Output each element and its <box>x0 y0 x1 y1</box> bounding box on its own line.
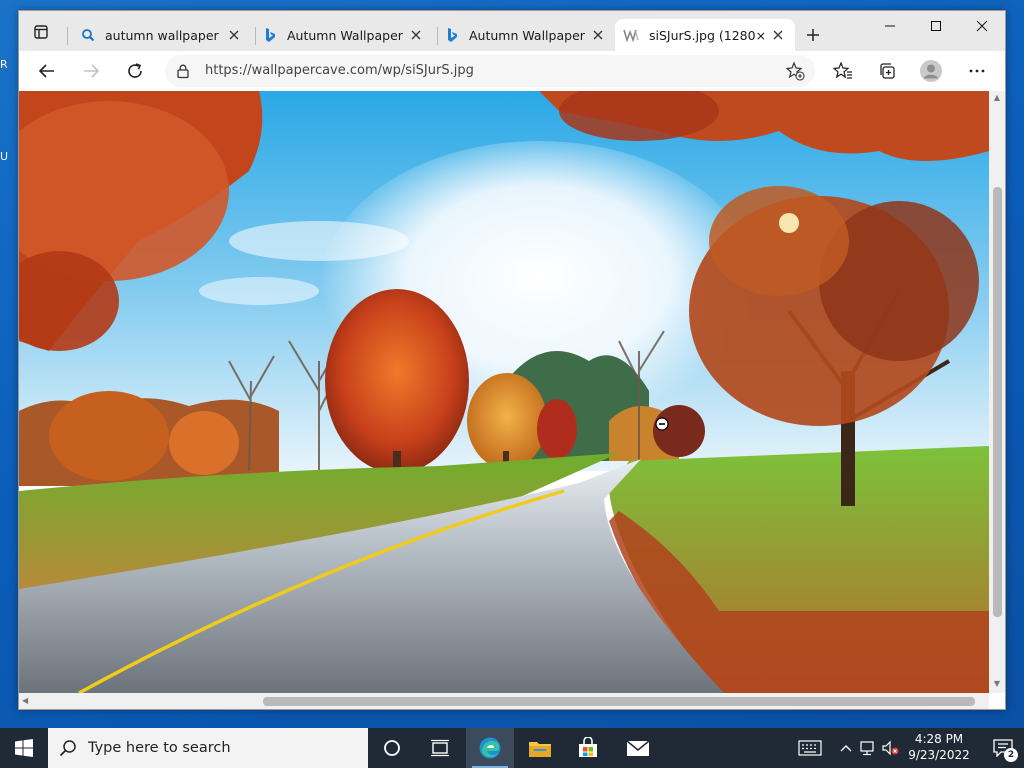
zoom-out-cursor-icon <box>655 417 669 431</box>
more-icon <box>969 69 985 73</box>
tab-separator <box>67 27 68 45</box>
start-button[interactable] <box>0 728 48 768</box>
folder-icon <box>529 742 551 757</box>
maximize-button[interactable] <box>913 11 959 41</box>
plus-icon <box>807 29 819 41</box>
scroll-left-icon[interactable]: ◀ <box>22 696 28 705</box>
collections-button[interactable] <box>873 57 901 85</box>
close-icon[interactable] <box>589 26 607 44</box>
tab-title: siSJurS.jpg (1280×800 <box>649 27 765 43</box>
clock-date: 9/23/2022 <box>908 748 970 762</box>
horizontal-scrollbar[interactable]: ◀ <box>19 693 989 709</box>
chevron-up-icon <box>840 745 852 752</box>
settings-more-button[interactable] <box>963 57 991 85</box>
tab-title: autumn wallpaper - Se <box>105 27 221 43</box>
address-url[interactable]: https://wallpapercave.com/wp/siSJurS.jpg <box>205 63 474 78</box>
vertical-scrollbar[interactable]: ▲ ▼ <box>989 91 1005 693</box>
edge-icon <box>479 737 501 759</box>
search-icon <box>79 26 97 44</box>
new-tab-button[interactable] <box>799 21 827 49</box>
search-icon <box>48 739 88 757</box>
favorites-button[interactable] <box>829 57 857 85</box>
cortana-icon <box>384 740 400 756</box>
avatar-icon <box>920 60 942 82</box>
scroll-up-icon[interactable]: ▲ <box>992 93 1002 103</box>
edge-taskbar-button[interactable] <box>466 728 514 768</box>
close-icon <box>976 20 988 32</box>
action-center-button[interactable]: 2 <box>982 728 1024 768</box>
windows-logo-icon <box>15 739 33 757</box>
show-hidden-icons-button[interactable] <box>836 728 856 768</box>
tab-autumn-bing-2[interactable]: Autumn Wallpaper - B <box>435 19 615 51</box>
microsoft-store-button[interactable] <box>564 728 612 768</box>
arrow-right-icon <box>84 64 100 78</box>
wallpaper-image[interactable] <box>19 91 989 693</box>
taskbar-search[interactable]: Type here to search <box>48 728 368 768</box>
minimize-button[interactable] <box>867 11 913 41</box>
wallpapercave-icon <box>623 26 641 44</box>
volume-tray-button[interactable] <box>880 728 900 768</box>
desktop-icon-label: U <box>0 150 9 163</box>
scroll-down-icon[interactable]: ▼ <box>992 679 1002 689</box>
forward-button[interactable] <box>77 57 105 85</box>
close-icon[interactable] <box>407 26 425 44</box>
mail-icon <box>626 740 650 756</box>
close-icon[interactable] <box>769 26 787 44</box>
favorites-icon <box>833 62 852 79</box>
tab-actions-button[interactable] <box>27 19 55 45</box>
network-tray-button[interactable] <box>858 728 878 768</box>
clock-time: 4:28 PM <box>914 732 964 746</box>
taskbar: Type here to search 4:28 PM 9/23/2022 2 <box>0 728 1024 768</box>
refresh-button[interactable] <box>121 57 149 85</box>
volume-muted-icon <box>882 740 899 756</box>
back-button[interactable] <box>33 57 61 85</box>
keyboard-tray-button[interactable] <box>796 728 824 768</box>
task-view-button[interactable] <box>416 728 464 768</box>
tab-autumn-bing-1[interactable]: Autumn Wallpaper - B <box>253 19 433 51</box>
browser-window: autumn wallpaper - Se Autumn Wallpaper -… <box>18 10 1006 710</box>
lock-icon[interactable] <box>175 63 191 79</box>
cortana-button[interactable] <box>368 728 416 768</box>
bing-icon <box>443 26 461 44</box>
file-explorer-button[interactable] <box>516 728 564 768</box>
search-placeholder: Type here to search <box>88 740 231 756</box>
minimize-icon <box>885 25 895 27</box>
page-content: ▲ ▼ ◀ <box>19 91 1005 709</box>
vertical-scroll-thumb[interactable] <box>993 187 1002 617</box>
address-bar[interactable]: https://wallpapercave.com/wp/siSJurS.jpg <box>165 55 815 87</box>
collections-icon <box>880 63 895 79</box>
keyboard-icon <box>798 740 822 756</box>
tab-title: Autumn Wallpaper - B <box>287 27 403 43</box>
close-window-button[interactable] <box>959 11 1005 41</box>
network-icon <box>860 741 874 756</box>
tab-autumn-search[interactable]: autumn wallpaper - Se <box>71 19 251 51</box>
tab-title: Autumn Wallpaper - B <box>469 27 585 43</box>
bing-icon <box>261 26 279 44</box>
tab-actions-icon <box>34 25 48 39</box>
mail-button[interactable] <box>614 728 662 768</box>
system-clock[interactable]: 4:28 PM 9/23/2022 <box>900 731 978 763</box>
store-icon <box>579 737 597 757</box>
desktop-icon-label: R <box>0 58 8 71</box>
navigation-toolbar: https://wallpapercave.com/wp/siSJurS.jpg <box>19 51 1005 91</box>
refresh-icon <box>128 63 142 78</box>
maximize-icon <box>931 21 941 31</box>
close-icon[interactable] <box>225 26 243 44</box>
profile-button[interactable] <box>917 57 945 85</box>
tab-strip: autumn wallpaper - Se Autumn Wallpaper -… <box>19 11 1005 51</box>
horizontal-scroll-thumb[interactable] <box>263 697 975 706</box>
task-view-icon <box>431 739 449 757</box>
notification-count-badge: 2 <box>1004 748 1018 762</box>
add-favorite-icon[interactable] <box>785 61 805 81</box>
tab-sisjurs-image[interactable]: siSJurS.jpg (1280×800 <box>615 19 795 51</box>
arrow-left-icon <box>38 64 54 78</box>
